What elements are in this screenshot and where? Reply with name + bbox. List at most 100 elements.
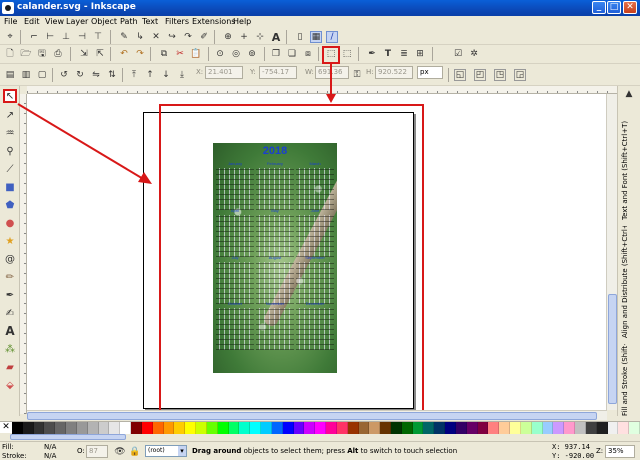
horizontal-scroll-thumb[interactable] [27,412,597,420]
flip-horizontal-icon[interactable]: ⇋ [90,69,102,81]
transform-stroke-icon[interactable]: ◱ [454,69,466,81]
color-swatch[interactable] [87,422,99,434]
y-field[interactable]: -754.17 [259,66,297,79]
opacity-field[interactable]: 87 [86,445,108,458]
color-swatch[interactable] [412,422,424,434]
lock-ratio-icon[interactable]: ⚿ [351,69,363,81]
color-swatch[interactable] [466,422,478,434]
clone-icon[interactable]: ❏ [286,48,298,60]
color-swatch[interactable] [141,422,153,434]
color-swatch[interactable] [44,422,56,434]
color-swatch[interactable] [553,422,565,434]
snap-page-border-icon[interactable]: ▯ [294,31,306,43]
snap-bbox-mid-icon[interactable]: ⊣ [76,31,88,43]
raise-top-icon[interactable]: ⤒ [128,69,140,81]
node-tool-icon[interactable]: ↗ [3,108,17,122]
open-file-icon[interactable]: 🗁 [20,48,32,60]
color-swatch[interactable] [596,422,608,434]
bucket-tool-icon[interactable]: ⬙ [3,378,17,392]
lower-bottom-icon[interactable]: ⤓ [176,69,188,81]
vertical-scrollbar[interactable] [606,94,617,410]
color-swatch[interactable] [477,422,489,434]
rotate-ccw-icon[interactable]: ↺ [58,69,70,81]
text-font-icon[interactable]: T [382,48,394,60]
color-swatch[interactable] [163,422,175,434]
star-tool-icon[interactable]: ★ [3,234,17,248]
menu-filters[interactable]: Filters [165,17,189,26]
redo-icon[interactable]: ↷ [134,48,146,60]
duplicate-icon[interactable]: ❐ [270,48,282,60]
snap-bbox-icon[interactable]: ⌐ [28,31,40,43]
color-swatch[interactable] [282,422,294,434]
color-swatch[interactable] [293,422,305,434]
snap-guides-icon[interactable]: / [326,31,338,43]
color-swatch[interactable] [618,422,630,434]
color-swatch[interactable] [326,422,337,434]
color-swatch[interactable] [98,422,110,434]
raise-icon[interactable]: ↑ [144,69,156,81]
color-swatch[interactable] [564,422,576,434]
color-swatch[interactable] [109,422,121,434]
transform-corners-icon[interactable]: ◰ [474,69,486,81]
spiral-tool-icon[interactable]: @ [3,252,17,266]
color-swatch[interactable] [174,422,186,434]
palette-scrollbar[interactable] [10,434,126,440]
snap-midpoints-icon[interactable]: ✐ [198,31,210,43]
snap-text-icon[interactable]: A [270,31,282,43]
cut-icon[interactable]: ✂ [174,48,186,60]
lower-icon[interactable]: ↓ [160,69,172,81]
color-swatch[interactable] [55,422,67,434]
3d-box-tool-icon[interactable]: ⬟ [3,198,17,212]
snap-nodes-icon[interactable]: ✎ [118,31,130,43]
snap-toggle-icon[interactable]: ⌖ [4,31,16,43]
save-icon[interactable]: 🖫 [36,48,48,60]
deselect-icon[interactable]: ▢ [36,69,48,81]
color-swatch[interactable] [228,422,240,434]
color-swatch[interactable] [217,422,229,434]
menu-file[interactable]: File [4,17,17,26]
no-paint-swatch[interactable]: ✕ [0,422,12,433]
menu-edit[interactable]: Edit [24,17,40,26]
color-swatch[interactable] [401,422,413,434]
color-swatch[interactable] [206,422,218,434]
x-field[interactable]: 21.401 [205,66,243,79]
import-icon[interactable]: ⇲ [78,48,90,60]
align-distribute-icon[interactable]: ⊞ [414,48,426,60]
layer-select[interactable]: (root) [145,445,187,457]
zoom-selection-icon[interactable]: ⊙ [214,48,226,60]
snap-intersections-icon[interactable]: ✕ [150,31,162,43]
color-swatch[interactable] [575,422,586,434]
color-swatch[interactable] [585,422,597,434]
flip-vertical-icon[interactable]: ⇅ [106,69,118,81]
color-swatch[interactable] [520,422,532,434]
selector-tool-icon[interactable]: ↖ [3,89,17,103]
color-swatch[interactable] [315,422,327,434]
minimize-button[interactable]: _ [592,1,606,14]
paste-icon[interactable]: 📋 [190,48,202,60]
h-field[interactable]: 920.522 [375,66,413,79]
dock-scroll-up-icon[interactable]: ▲ [623,88,635,100]
export-icon[interactable]: ⇱ [94,48,106,60]
menu-object[interactable]: Object [91,17,117,26]
snap-bbox-edge-icon[interactable]: ⊢ [44,31,56,43]
preferences-icon[interactable]: ✲ [468,48,480,60]
layer-visibility-icon[interactable]: 👁 [114,446,126,458]
text-tool-icon[interactable]: A [3,324,17,338]
calligraphy-tool-icon[interactable]: ✍ [3,306,17,320]
stroke-value[interactable]: N/A [44,452,56,460]
transform-gradients-icon[interactable]: ◳ [494,69,506,81]
color-swatch[interactable] [423,422,435,434]
copy-icon[interactable]: ⧉ [158,48,170,60]
vertical-scroll-thumb[interactable] [608,294,617,404]
snap-grid-icon[interactable]: ▦ [310,31,322,43]
color-swatch[interactable] [261,422,272,434]
layer-lock-icon[interactable]: 🔒 [129,446,141,458]
menu-layer[interactable]: Layer [66,17,88,26]
color-swatch[interactable] [304,422,316,434]
snap-bbox-center-icon[interactable]: ⊤ [92,31,104,43]
color-swatch[interactable] [120,422,132,434]
horizontal-ruler[interactable] [27,86,617,94]
pen-tool-icon[interactable]: ✒ [3,288,17,302]
color-swatch[interactable] [196,422,207,434]
dock-tab-fill-stroke[interactable]: Fill and Stroke (Shift+Ctrl+F) [621,344,635,416]
